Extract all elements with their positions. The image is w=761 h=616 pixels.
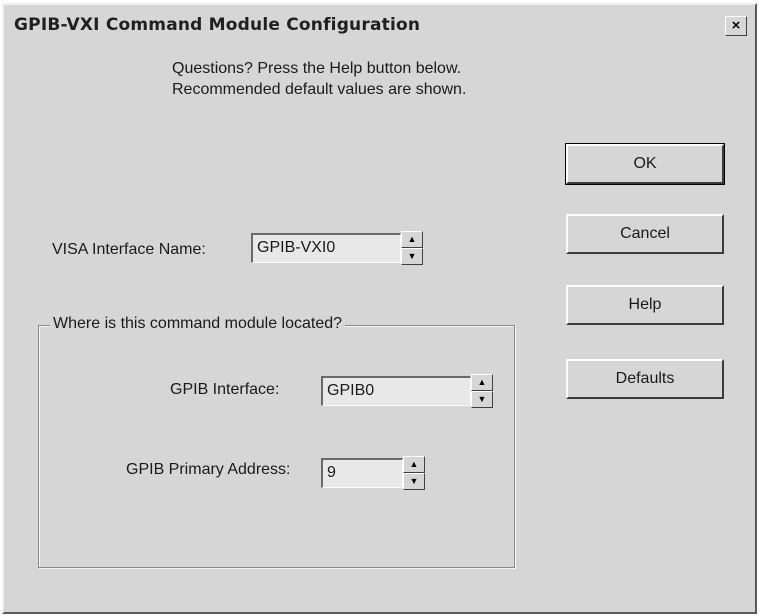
spin-down-icon[interactable]: ▼ xyxy=(471,391,493,408)
spin-up-icon[interactable]: ▲ xyxy=(401,231,423,248)
close-button[interactable]: × xyxy=(725,16,747,36)
help-button[interactable]: Help xyxy=(566,285,724,325)
spin-down-icon[interactable]: ▼ xyxy=(401,248,423,265)
visa-interface-field[interactable]: GPIB-VXI0 xyxy=(251,233,401,263)
close-icon: × xyxy=(731,17,741,34)
info-line-2: Recommended default values are shown. xyxy=(172,81,467,98)
location-groupbox xyxy=(38,325,515,568)
spin-up-icon[interactable]: ▲ xyxy=(471,374,493,391)
gpib-primary-address-spinner[interactable]: ▲ ▼ xyxy=(403,456,425,490)
title-bar: GPIB-VXI Command Module Configuration × xyxy=(6,7,753,45)
visa-interface-label: VISA Interface Name: xyxy=(52,241,206,258)
spin-down-icon[interactable]: ▼ xyxy=(403,473,425,490)
gpib-primary-address-label: GPIB Primary Address: xyxy=(126,461,291,478)
ok-button[interactable]: OK xyxy=(565,143,725,185)
dialog-title: GPIB-VXI Command Module Configuration xyxy=(14,15,421,35)
gpib-interface-label: GPIB Interface: xyxy=(170,381,280,398)
visa-interface-spinner[interactable]: ▲ ▼ xyxy=(401,231,423,265)
info-text: Questions? Press the Help button below. … xyxy=(172,58,466,100)
defaults-button[interactable]: Defaults xyxy=(566,359,724,399)
location-group-label: Where is this command module located? xyxy=(50,315,346,333)
spin-up-icon[interactable]: ▲ xyxy=(403,456,425,473)
gpib-primary-address-field[interactable]: 9 xyxy=(321,458,403,488)
gpib-interface-field[interactable]: GPIB0 xyxy=(321,376,471,406)
cancel-button[interactable]: Cancel xyxy=(566,214,724,254)
info-line-1: Questions? Press the Help button below. xyxy=(172,60,462,77)
gpib-interface-spinner[interactable]: ▲ ▼ xyxy=(471,374,493,408)
